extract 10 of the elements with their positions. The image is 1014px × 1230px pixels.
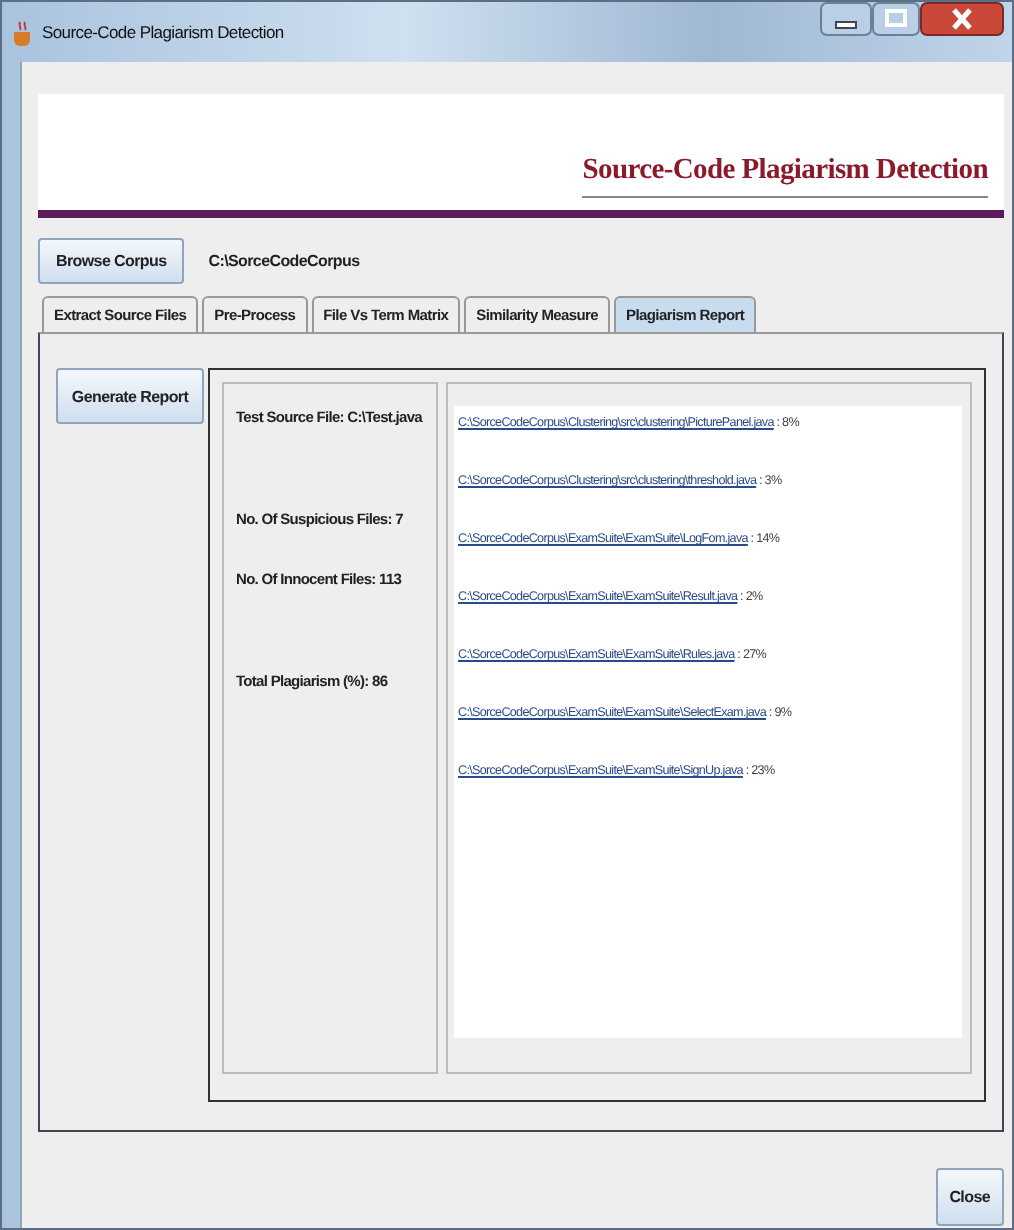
generate-report-button[interactable]: Generate Report: [56, 368, 204, 424]
app-heading: Source-Code Plagiarism Detection: [582, 154, 988, 198]
minimize-button[interactable]: [820, 2, 872, 36]
close-button[interactable]: [920, 2, 1004, 36]
cup-icon: [12, 19, 34, 45]
window-title: Source-Code Plagiarism Detection: [42, 22, 284, 42]
close-dialog-button[interactable]: Close: [935, 1168, 1004, 1226]
corpus-path: C:\SorceCodeCorpus: [208, 252, 360, 270]
browse-corpus-button[interactable]: Browse Corpus: [38, 238, 185, 284]
maximize-button[interactable]: [872, 2, 920, 36]
